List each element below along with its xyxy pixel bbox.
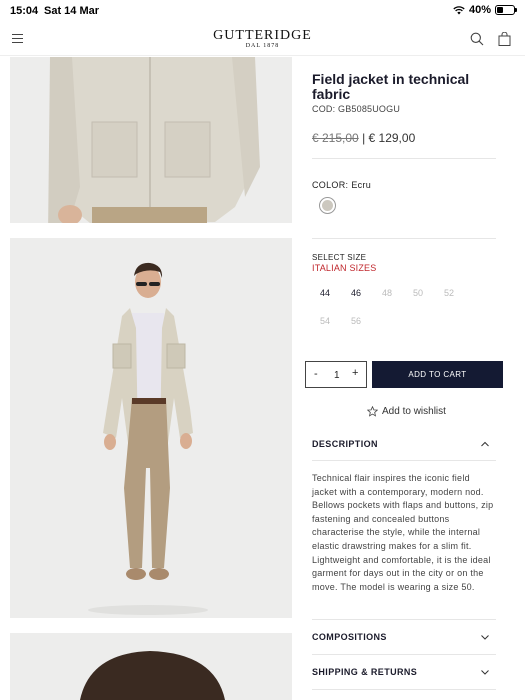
divider	[312, 689, 496, 690]
description-heading: DESCRIPTION	[312, 439, 378, 449]
quantity-value[interactable]: 1	[334, 370, 340, 381]
head-illustration	[10, 633, 292, 700]
color-label-text: COLOR:	[312, 180, 349, 190]
size-option-56[interactable]: 56	[343, 316, 369, 326]
color-value: Ecru	[351, 180, 372, 190]
color-label: COLOR: Ecru	[312, 180, 371, 190]
battery-level	[497, 7, 504, 13]
size-option-44[interactable]: 44	[312, 288, 338, 298]
swatch-fill	[322, 200, 333, 211]
status-date: Sat 14 Mar	[44, 5, 100, 17]
quantity-increase-button[interactable]: +	[352, 367, 358, 379]
size-option-46[interactable]: 46	[343, 288, 369, 298]
jacket-detail-illustration	[10, 57, 292, 223]
quantity-decrease-button[interactable]: -	[314, 368, 318, 380]
status-indicators: 40%	[453, 4, 517, 16]
divider	[312, 654, 496, 655]
shipping-heading: SHIPPING & RETURNS	[312, 667, 418, 677]
wishlist-label: Add to wishlist	[382, 406, 446, 417]
search-icon[interactable]	[470, 32, 484, 46]
compositions-heading: COMPOSITIONS	[312, 632, 387, 642]
logo-text: GUTTERIDGE	[213, 28, 312, 43]
size-option-54[interactable]: 54	[312, 316, 338, 326]
product-price: € 215,00 | € 129,00	[312, 131, 415, 145]
chevron-down-icon	[481, 635, 489, 640]
chevron-down-icon	[481, 670, 489, 675]
battery-icon	[495, 5, 517, 15]
select-size-label: SELECT SIZE	[312, 253, 367, 262]
color-swatch-ecru[interactable]	[319, 197, 336, 214]
description-accordion-header[interactable]: DESCRIPTION	[312, 439, 496, 449]
brand-logo[interactable]: GUTTERIDGE DAL 1878	[0, 28, 525, 49]
chevron-up-icon	[481, 441, 489, 447]
original-price: € 215,00	[312, 131, 359, 145]
shipping-accordion-header[interactable]: SHIPPING & RETURNS	[312, 667, 496, 677]
price-separator: |	[362, 131, 366, 145]
size-option-50[interactable]: 50	[405, 288, 431, 298]
description-text: Technical flair inspires the iconic fiel…	[312, 473, 494, 592]
divider	[312, 460, 496, 461]
quantity-stepper: - 1 +	[305, 361, 367, 388]
product-code: COD: GB5085UOGU	[312, 104, 401, 114]
compositions-accordion-header[interactable]: COMPOSITIONS	[312, 632, 496, 642]
add-to-wishlist-link[interactable]: Add to wishlist	[367, 406, 446, 417]
product-image-head[interactable]	[10, 633, 292, 700]
product-image-detail[interactable]	[10, 57, 292, 223]
divider	[312, 158, 496, 159]
bag-icon[interactable]	[498, 32, 511, 46]
site-header: GUTTERIDGE DAL 1878	[0, 22, 525, 56]
add-to-cart-button[interactable]: ADD TO CART	[372, 361, 503, 388]
logo-subtitle: DAL 1878	[245, 43, 280, 49]
status-time: 15:04	[10, 5, 39, 17]
wifi-icon	[453, 5, 465, 14]
sale-price: € 129,00	[368, 131, 416, 145]
model-illustration	[10, 238, 292, 618]
divider	[312, 619, 496, 620]
battery-percent: 40%	[468, 4, 491, 16]
status-bar: 15:04 Sat 14 Mar 40%	[0, 0, 525, 22]
product-title: Field jacket in technical fabric	[312, 71, 470, 102]
size-option-52[interactable]: 52	[436, 288, 462, 298]
product-image-model[interactable]	[10, 238, 292, 618]
size-option-48[interactable]: 48	[374, 288, 400, 298]
size-system-label: ITALIAN SIZES	[312, 263, 377, 273]
star-icon	[367, 406, 378, 417]
divider	[312, 238, 496, 239]
